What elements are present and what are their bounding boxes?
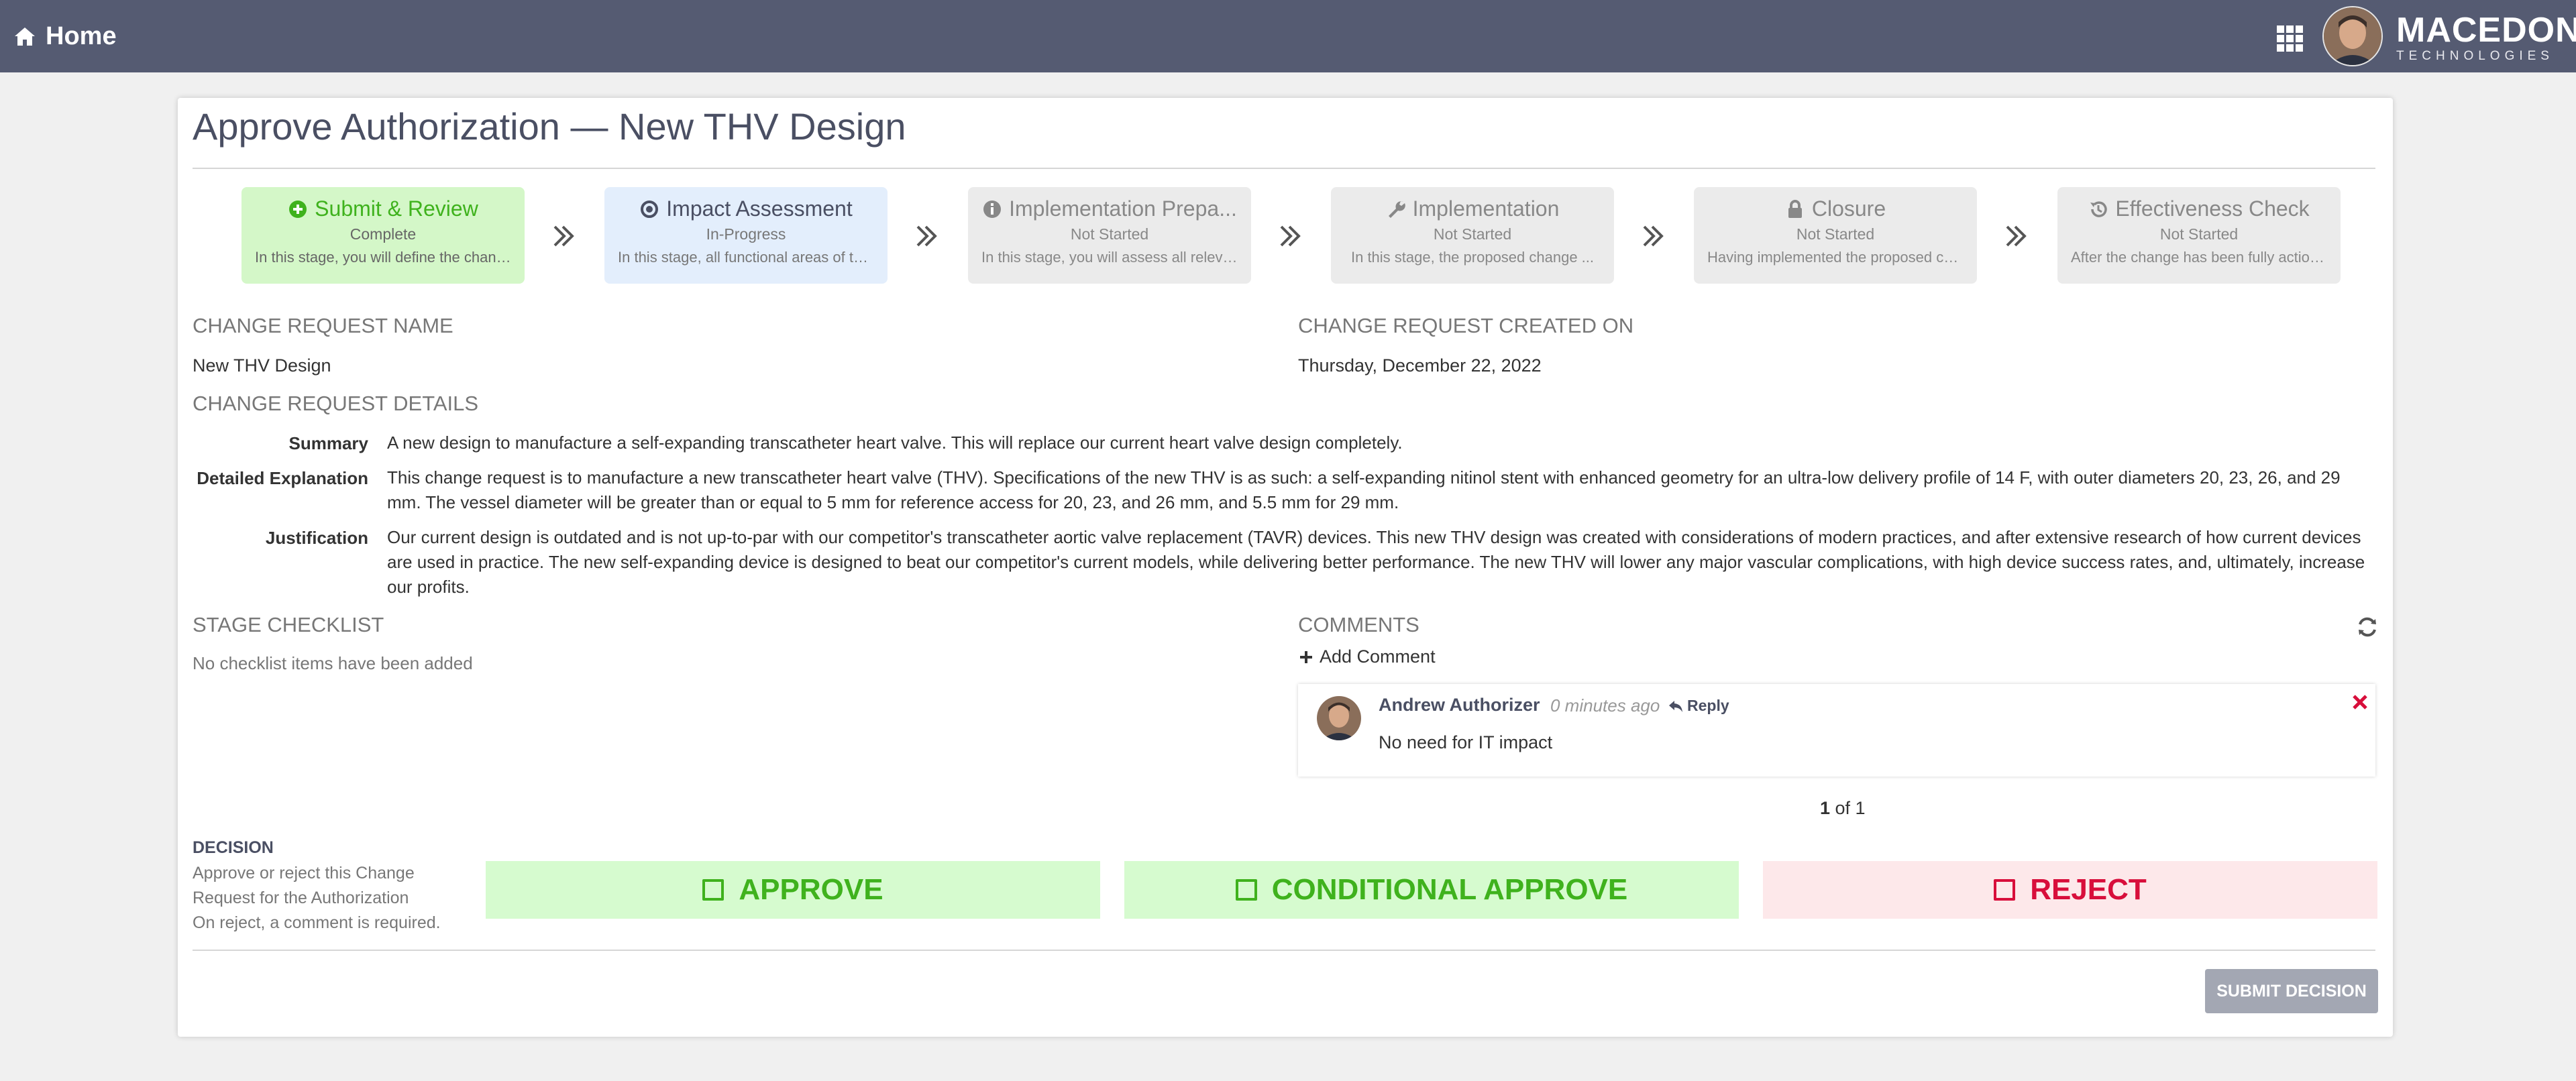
- comments-pager: 1 of 1: [1820, 798, 1866, 819]
- comment-item: Andrew Authorizer 0 minutes ago Reply No…: [1298, 684, 2375, 777]
- history-icon: [2090, 201, 2108, 217]
- chevron-right-icon: [553, 225, 574, 247]
- wrench-icon: [1388, 201, 1405, 218]
- stage-status: Not Started: [1796, 225, 1875, 243]
- stage-description: After the change has been fully actioned…: [2071, 249, 2341, 266]
- conditional-approve-button[interactable]: CONDITIONAL APPROVE: [1124, 861, 1739, 919]
- footer-divider: [193, 950, 2375, 951]
- stage-title: Submit & Review: [315, 196, 478, 221]
- stage-description: In this stage, you will define the chang…: [255, 249, 525, 266]
- stage-closure[interactable]: Closure Not Started Having implemented t…: [1694, 187, 1977, 284]
- change-request-created-label: CHANGE REQUEST CREATED ON: [1298, 314, 1634, 337]
- submit-decision-button[interactable]: SUBMIT DECISION: [2205, 969, 2378, 1013]
- stage-effectiveness-check[interactable]: Effectiveness Check Not Started After th…: [2057, 187, 2341, 284]
- stage-status: Complete: [350, 225, 417, 243]
- dot-circle-icon: [641, 200, 659, 218]
- change-request-created-date: Thursday, December 22, 2022: [1298, 355, 1542, 376]
- chevron-right-icon: [2006, 225, 2027, 247]
- reply-icon: [1669, 700, 1682, 712]
- stage-implementation-preparation[interactable]: Implementation Prepa... Not Started In t…: [968, 187, 1251, 284]
- stage-title: Impact Assessment: [666, 196, 853, 221]
- user-avatar[interactable]: [2322, 6, 2383, 66]
- decision-heading: DECISION: [193, 838, 274, 857]
- top-navbar: Home MACEDON TECHNOLOGIES: [0, 0, 2576, 72]
- stage-status: Not Started: [2159, 225, 2239, 243]
- brand-logo: MACEDON TECHNOLOGIES: [2396, 11, 2576, 63]
- stage-description: In this stage, all functional areas of t…: [618, 249, 888, 266]
- stage-title: Closure: [1811, 196, 1886, 221]
- summary-text: A new design to manufacture a self-expan…: [387, 433, 1403, 453]
- brand-name: MACEDON: [2396, 11, 2576, 50]
- decision-description-line: On reject, a comment is required.: [193, 913, 441, 932]
- stage-title: Implementation: [1412, 196, 1560, 221]
- stage-description: Having implemented the proposed change..…: [1707, 249, 1977, 266]
- chevron-right-icon: [916, 225, 937, 247]
- conditional-approve-label: CONDITIONAL APPROVE: [1271, 873, 1628, 906]
- stage-checklist-label: STAGE CHECKLIST: [193, 613, 384, 636]
- detailed-explanation-text: This change request is to manufacture a …: [387, 467, 2341, 512]
- refresh-icon[interactable]: [2356, 616, 2379, 638]
- change-request-name-label: CHANGE REQUEST NAME: [193, 314, 453, 337]
- reply-label: Reply: [1687, 697, 1729, 714]
- lock-icon: [1788, 199, 1802, 218]
- page-title: Approve Authorization — New THV Design: [193, 105, 906, 148]
- decision-description-line: Approve or reject this Change Request fo…: [193, 864, 415, 907]
- checklist-empty-text: No checklist items have been added: [193, 653, 473, 673]
- reply-button[interactable]: Reply: [1668, 697, 1729, 715]
- home-link[interactable]: Home: [13, 17, 117, 55]
- change-request-details-label: CHANGE REQUEST DETAILS: [193, 392, 479, 415]
- chevron-right-icon: [1643, 225, 1664, 247]
- plus-circle-icon: [289, 200, 307, 218]
- add-comment-button[interactable]: Add Comment: [1298, 646, 1436, 667]
- reject-label: REJECT: [2030, 873, 2147, 906]
- stage-description: In this stage, the proposed change ...: [1350, 249, 1595, 266]
- plus-icon: [1300, 650, 1312, 663]
- delete-comment-icon[interactable]: [2350, 692, 2370, 712]
- pager-current: 1: [1820, 798, 1831, 818]
- checkbox-icon: [1994, 879, 2016, 901]
- stage-title: Effectiveness Check: [2115, 196, 2310, 221]
- comment-avatar: [1317, 696, 1361, 740]
- justification-text: Our current design is outdated and is no…: [387, 527, 2365, 597]
- stage-implementation[interactable]: Implementation Not Started In this stage…: [1331, 187, 1614, 284]
- brand-subtitle: TECHNOLOGIES: [2396, 49, 2554, 63]
- comment-timestamp: 0 minutes ago: [1550, 695, 1660, 716]
- comments-label: COMMENTS: [1298, 613, 1419, 636]
- checkbox-icon: [702, 879, 724, 901]
- comment-text: No need for IT impact: [1379, 732, 1553, 752]
- decision-description: Approve or reject this Change Request fo…: [193, 861, 474, 935]
- stage-status: Not Started: [1070, 225, 1149, 243]
- change-request-name: New THV Design: [193, 355, 331, 376]
- home-label: Home: [46, 21, 117, 50]
- stage-title: Implementation Prepa...: [1009, 196, 1237, 221]
- approve-label: APPROVE: [739, 873, 883, 906]
- stage-status: In-Progress: [706, 225, 786, 243]
- reject-button[interactable]: REJECT: [1763, 861, 2377, 919]
- approve-button[interactable]: APPROVE: [486, 861, 1100, 919]
- stage-status: Not Started: [1433, 225, 1512, 243]
- add-comment-label: Add Comment: [1320, 646, 1436, 667]
- detailed-explanation-label: Detailed Explanation: [197, 468, 368, 488]
- justification-label: Justification: [265, 528, 368, 548]
- stage-description: In this stage, you will assess all relev…: [981, 249, 1251, 266]
- stage-impact-assessment[interactable]: Impact Assessment In-Progress In this st…: [604, 187, 888, 284]
- title-divider: [193, 168, 2375, 169]
- chevron-right-icon: [1280, 225, 1301, 247]
- summary-label: Summary: [288, 433, 369, 453]
- checkbox-icon: [1235, 879, 1257, 901]
- home-icon: [15, 27, 35, 46]
- authorization-card: Approve Authorization — New THV Design S…: [178, 98, 2393, 1037]
- stage-submit-review[interactable]: Submit & Review Complete In this stage, …: [241, 187, 525, 284]
- apps-grid-icon[interactable]: [2275, 24, 2305, 54]
- comment-author: Andrew Authorizer: [1379, 695, 1540, 715]
- info-circle-icon: [983, 200, 1002, 218]
- pager-total: of 1: [1830, 798, 1866, 818]
